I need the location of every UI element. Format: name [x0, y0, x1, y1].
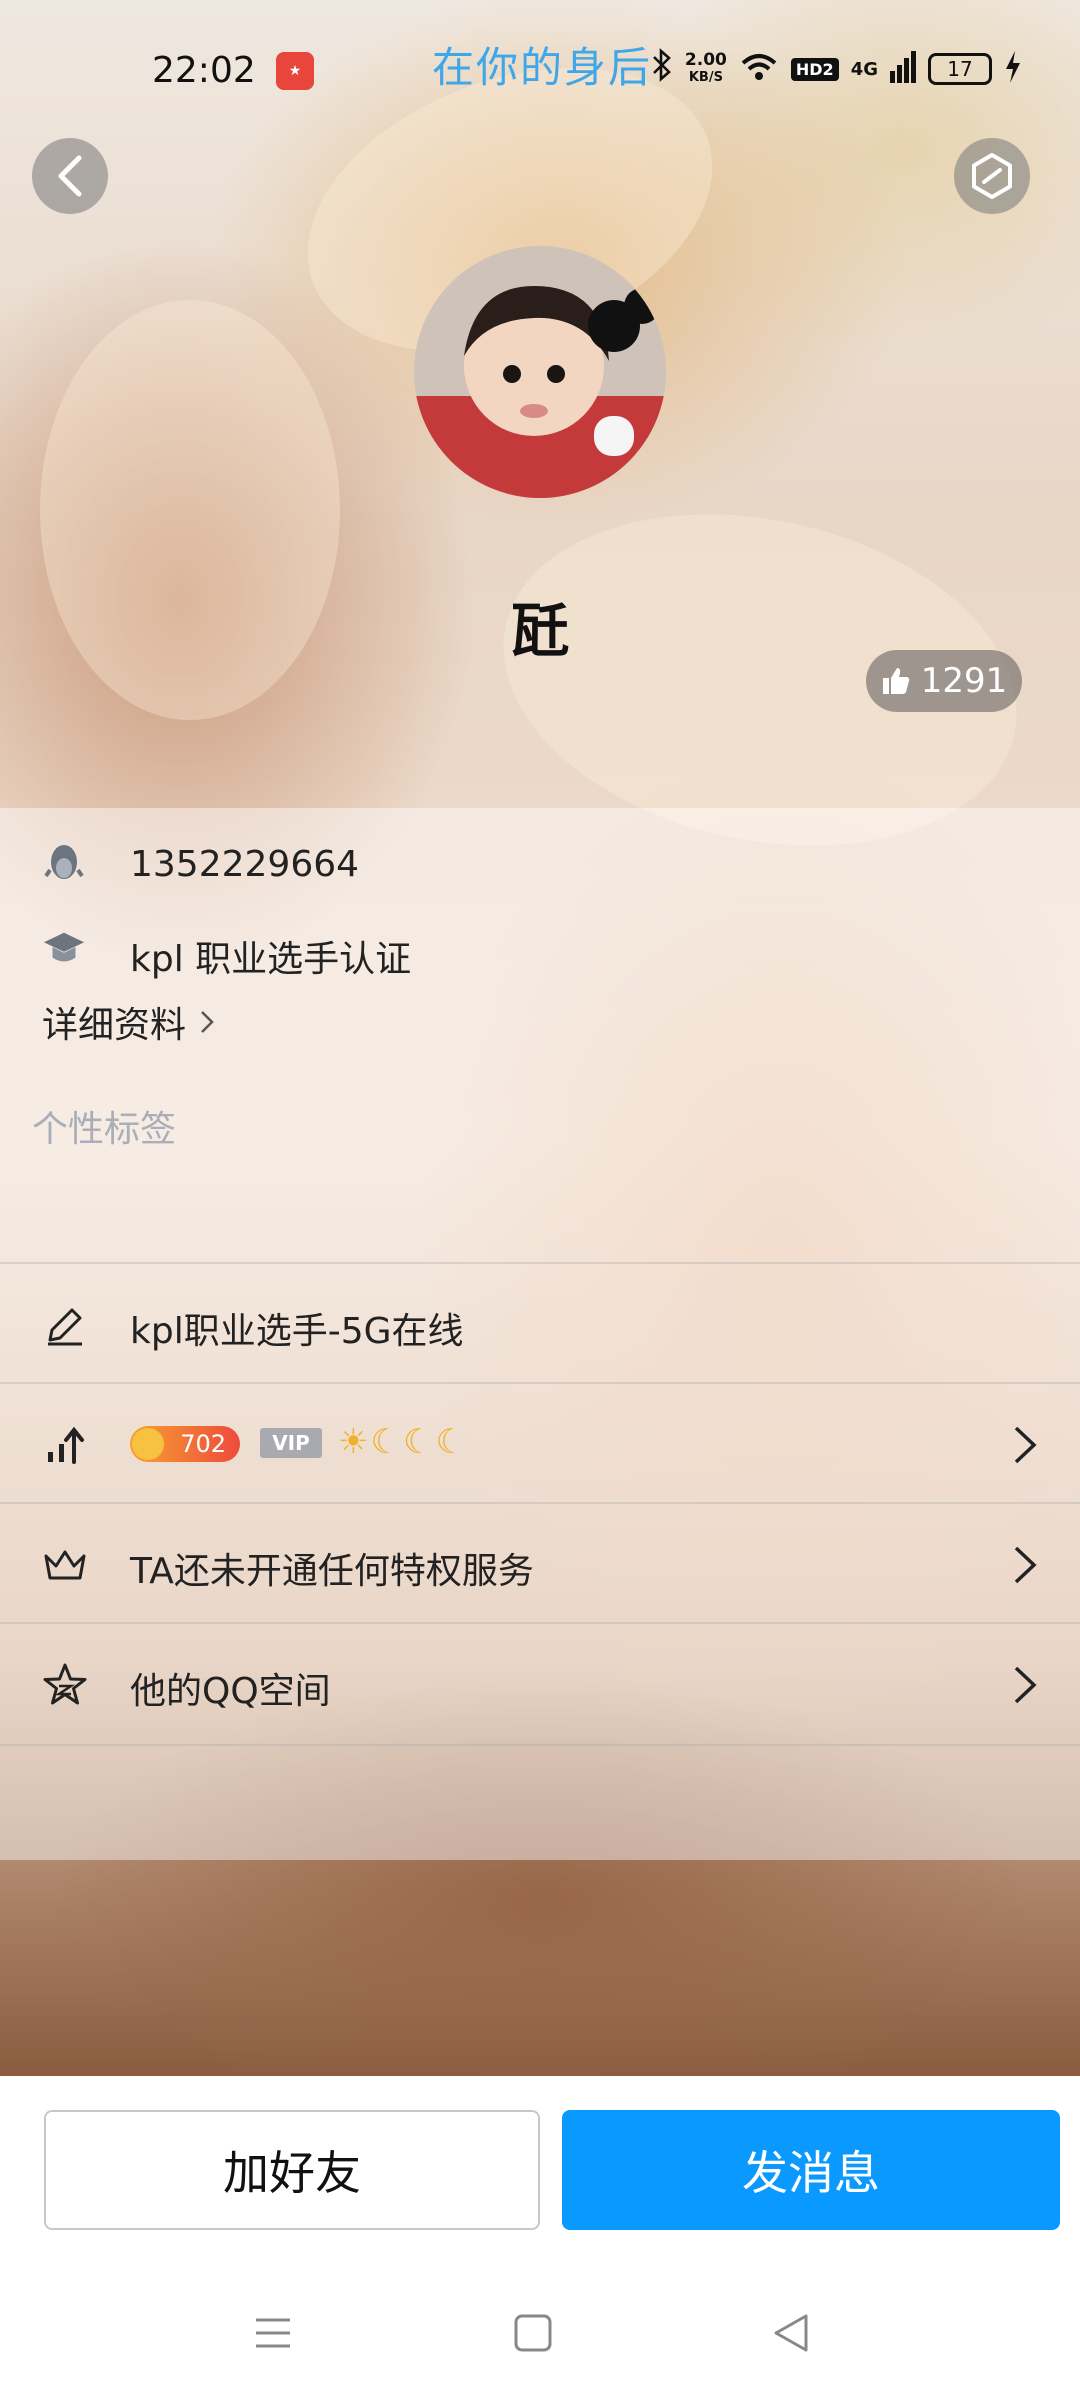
- app-badge-icon: ★: [276, 52, 314, 90]
- hexagon-more-icon: [972, 153, 1012, 199]
- profile-info-card: 1352229664 kpl 职业选手认证 详细资料 个性标签 kpl职业选手-…: [0, 808, 1080, 1860]
- qq-number: 1352229664: [130, 844, 360, 885]
- send-message-button[interactable]: 发消息: [562, 2110, 1060, 2230]
- network-speed: 2.00 KB/S: [685, 51, 727, 87]
- level-row[interactable]: 702 VIP ☀☾☾☾: [0, 1382, 1080, 1504]
- add-friend-button[interactable]: 加好友: [44, 2110, 540, 2230]
- crown-icon: [44, 1550, 86, 1580]
- status-icons: 2.00 KB/S HD2 4G 17: [651, 48, 1022, 90]
- qzone-text: 他的QQ空间: [130, 1671, 331, 1712]
- status-bar: 22:02 ★ 在你的身后 2.00 KB/S HD2 4G 17: [0, 0, 1080, 140]
- status-time: 22:02: [152, 50, 256, 91]
- privilege-text: TA还未开通任何特权服务: [130, 1551, 534, 1592]
- graduation-cap-icon: [42, 926, 86, 970]
- chevron-right-icon: [1014, 1666, 1037, 1704]
- coin-icon: [132, 1428, 164, 1460]
- wifi-icon: [739, 51, 779, 87]
- bluetooth-icon: [651, 48, 673, 90]
- star-icon: [43, 1663, 87, 1705]
- detail-info-link[interactable]: 详细资料: [42, 996, 214, 1048]
- privilege-row[interactable]: TA还未开通任何特权服务: [0, 1502, 1080, 1624]
- network-type: 4G: [850, 58, 878, 80]
- charging-icon: [1004, 51, 1022, 87]
- signal-icon: [890, 51, 916, 87]
- level-sun-moon-icons: ☀☾☾☾: [338, 1422, 468, 1462]
- menu-icon[interactable]: [250, 2310, 296, 2356]
- like-count: 1291: [920, 661, 1008, 701]
- chevron-right-icon: [201, 1011, 214, 1033]
- system-navigation-bar: [0, 2270, 1080, 2400]
- signature-text: kpl职业选手-5G在线: [130, 1311, 464, 1352]
- qzone-row[interactable]: 他的QQ空间: [0, 1622, 1080, 1746]
- detail-info-label: 详细资料: [42, 1005, 187, 1046]
- back-triangle-icon[interactable]: [768, 2310, 814, 2356]
- level-value: 702: [180, 1430, 226, 1458]
- network-speed-unit: KB/S: [688, 70, 723, 85]
- qq-number-row: 1352229664: [0, 832, 1080, 892]
- hd-voice-badge: HD2: [790, 57, 839, 81]
- penguin-icon: [42, 840, 86, 884]
- level-badge: 702: [130, 1426, 240, 1462]
- like-button[interactable]: 1291: [866, 650, 1022, 712]
- home-square-icon[interactable]: [510, 2310, 556, 2356]
- personal-tags-placeholder[interactable]: 个性标签: [32, 1100, 176, 1152]
- certification-row: kpl 职业选手认证: [0, 918, 1080, 980]
- battery-level: 17: [928, 53, 992, 85]
- certification-text: kpl 职业选手认证: [130, 939, 412, 980]
- vip-badge: VIP: [260, 1428, 322, 1458]
- pencil-icon: [48, 1308, 82, 1346]
- network-speed-value: 2.00: [684, 50, 727, 70]
- level-chart-icon: [48, 1426, 84, 1464]
- chevron-left-icon: [58, 155, 82, 197]
- signature-row[interactable]: kpl职业选手-5G在线: [0, 1262, 1080, 1384]
- chevron-right-icon: [1014, 1546, 1037, 1584]
- back-button[interactable]: [32, 138, 108, 214]
- avatar[interactable]: [414, 246, 666, 498]
- chevron-right-icon: [1014, 1426, 1037, 1464]
- now-playing-marquee: 在你的身后: [432, 43, 653, 92]
- more-options-button[interactable]: [954, 138, 1030, 214]
- thumbs-up-icon: [882, 668, 909, 694]
